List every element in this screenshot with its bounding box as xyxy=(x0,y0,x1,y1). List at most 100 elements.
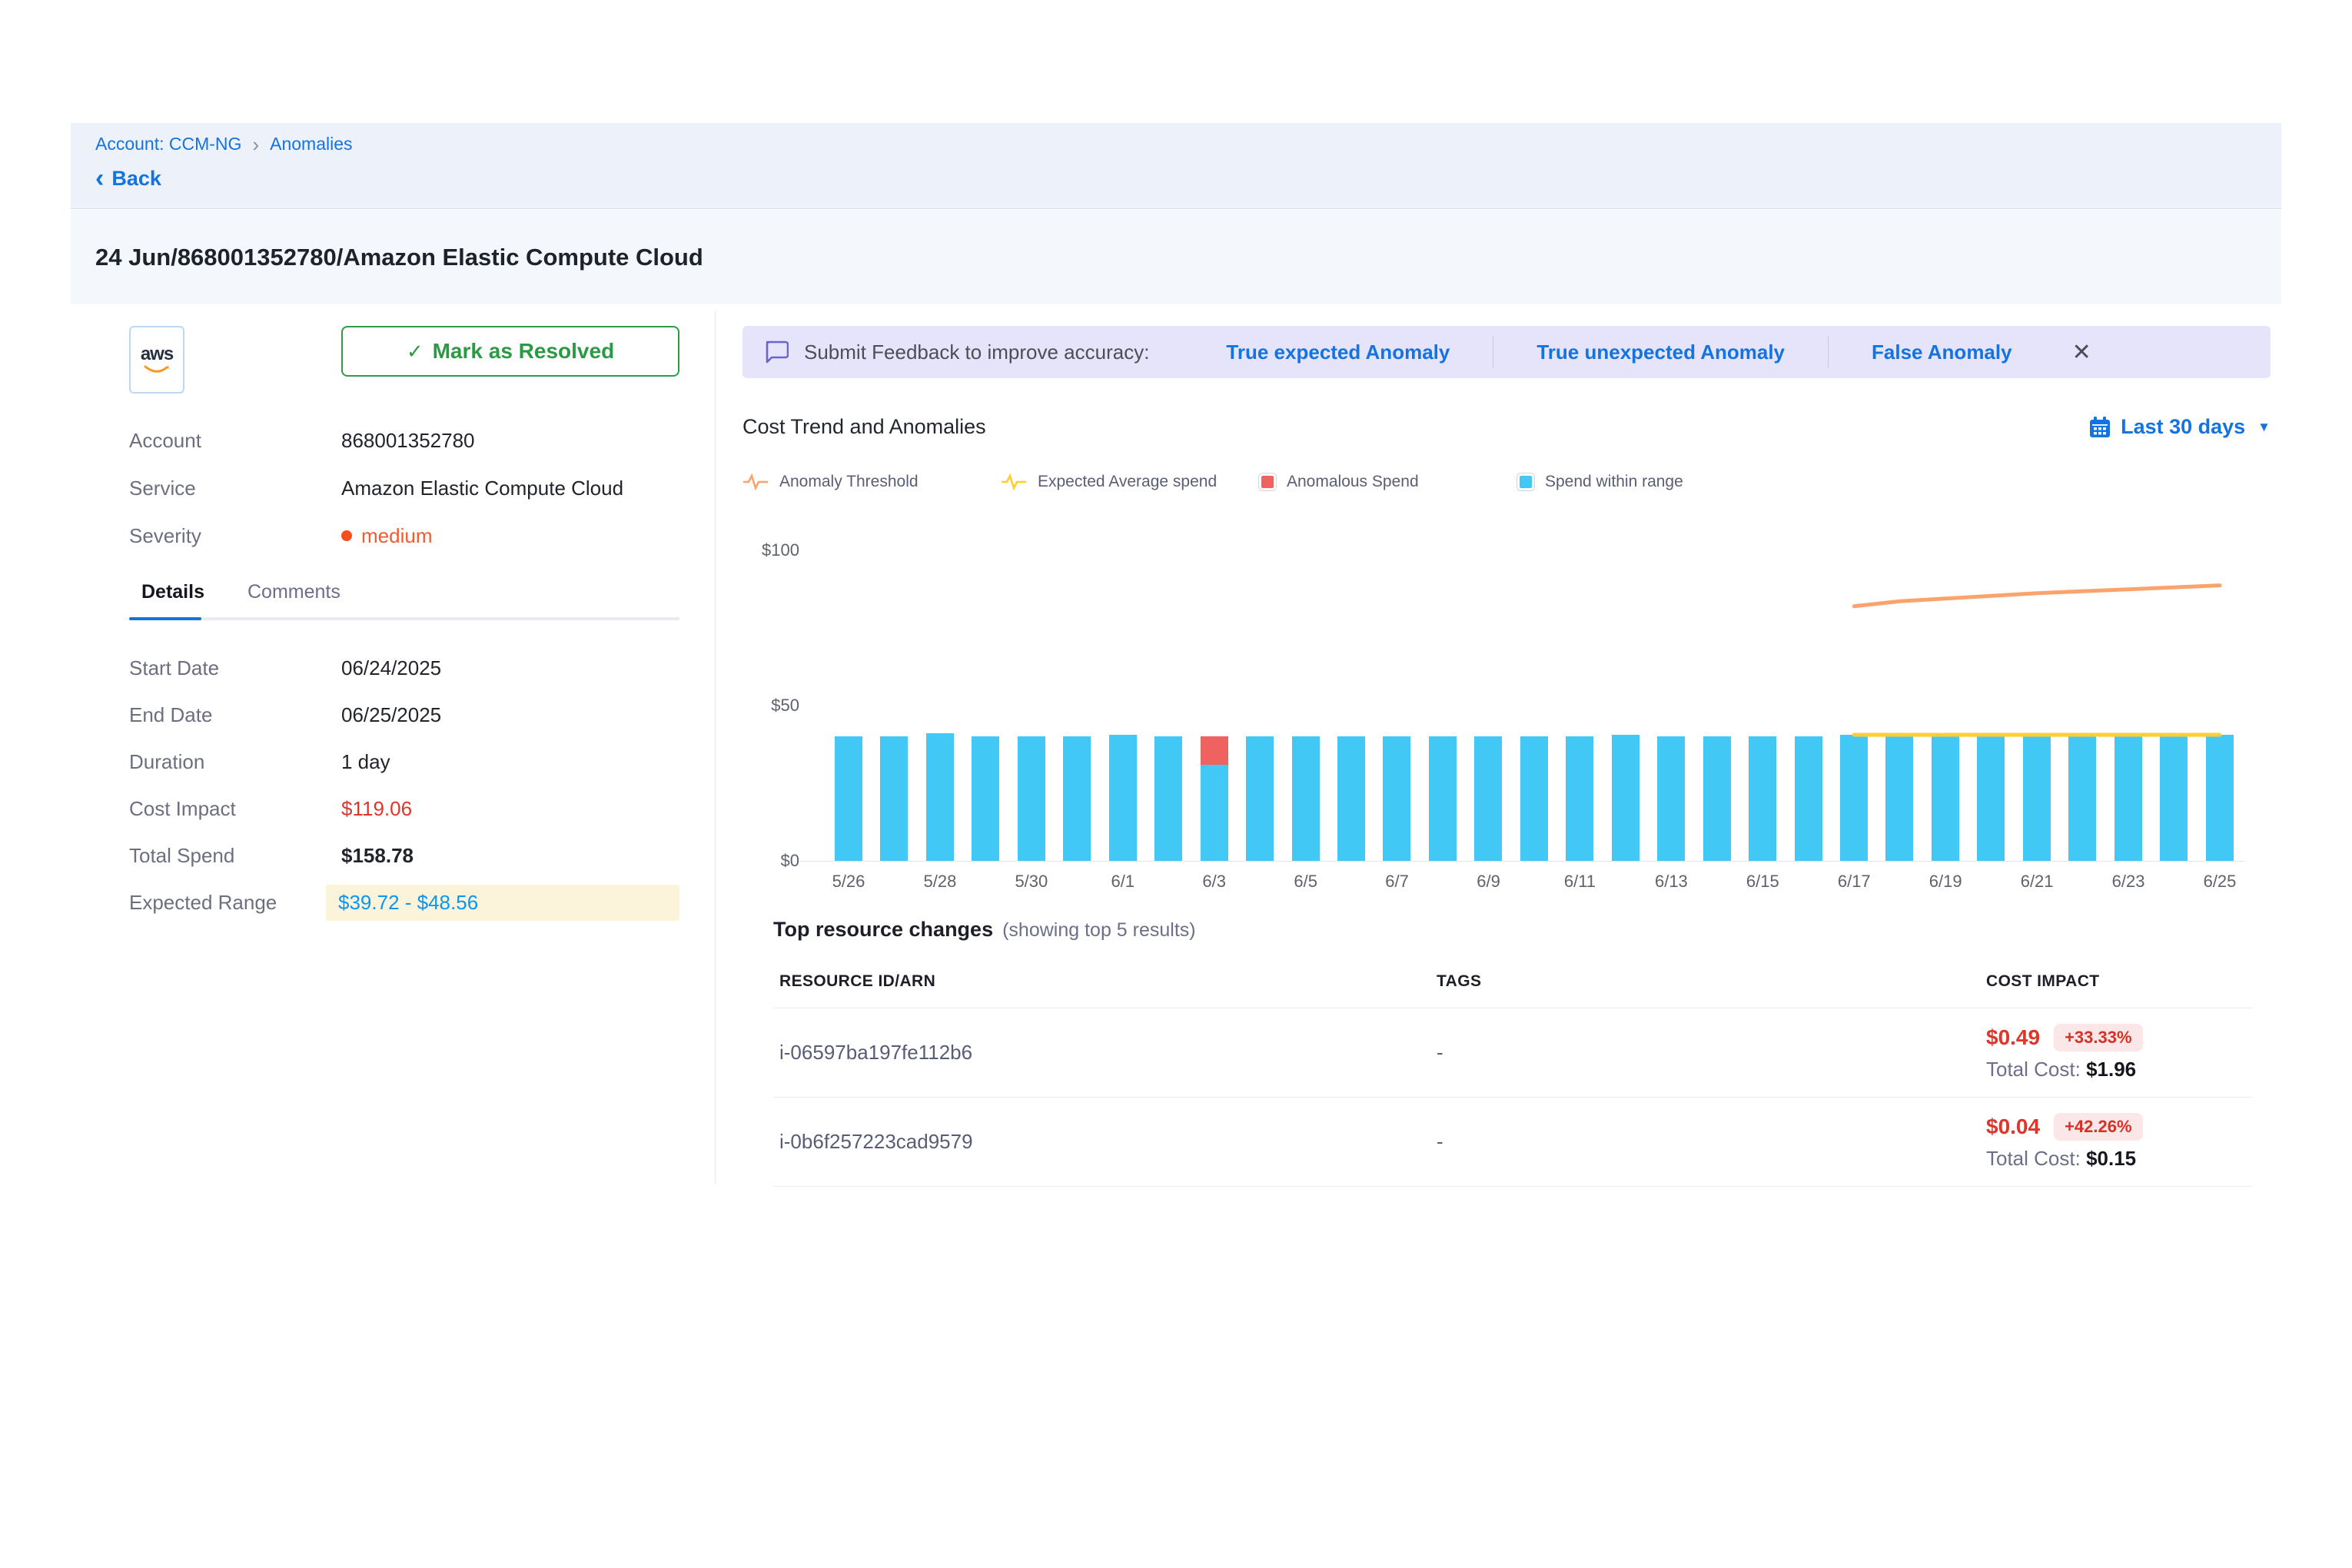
severity-value: medium xyxy=(361,524,432,548)
col-cost-impact: COST IMPACT xyxy=(1986,972,2246,991)
threshold-line-icon xyxy=(742,473,769,490)
aws-smile-icon xyxy=(144,365,170,376)
anomaly-threshold-line xyxy=(1854,586,2220,606)
table-row: i-06597ba197fe112b6 - $0.49 +33.33% Tota… xyxy=(773,1008,2252,1098)
ytick-0: $0 xyxy=(746,851,799,871)
caret-down-icon: ▼ xyxy=(2257,420,2271,435)
col-tags: TAGS xyxy=(1437,972,1986,991)
xtick-label: 5/28 xyxy=(924,872,957,892)
ytick-100: $100 xyxy=(746,540,799,560)
resource-tags: - xyxy=(1437,1041,1986,1065)
total-spend-row: Total Spend $158.78 xyxy=(129,832,679,879)
service-row: Service Amazon Elastic Compute Cloud xyxy=(129,464,679,512)
mark-as-resolved-button[interactable]: ✓ Mark as Resolved xyxy=(341,326,679,377)
feedback-prompt: Submit Feedback to improve accuracy: xyxy=(804,341,1149,364)
impact-amount: $0.49 xyxy=(1986,1025,2040,1050)
end-date-value: 06/25/2025 xyxy=(341,703,441,727)
service-label: Service xyxy=(129,477,341,500)
chart-legend: Anomaly Threshold Expected Average spend… xyxy=(742,473,2271,491)
start-date-value: 06/24/2025 xyxy=(341,656,441,680)
anomalous-swatch-icon xyxy=(1259,473,1276,490)
breadcrumb: Account: CCM-NG › Anomalies xyxy=(95,134,2281,154)
cost-impact-value: $119.06 xyxy=(341,797,412,821)
impact-amount: $0.04 xyxy=(1986,1115,2040,1139)
xtick-label: 6/5 xyxy=(1294,872,1317,892)
xtick-label: 6/1 xyxy=(1111,872,1135,892)
back-chevron-icon: ‹ xyxy=(95,168,104,189)
calendar-icon xyxy=(2088,416,2111,439)
cost-impact-row: Cost Impact $119.06 xyxy=(129,786,679,832)
resource-tags: - xyxy=(1437,1130,1986,1154)
feedback-false-anomaly-button[interactable]: False Anomaly xyxy=(1829,341,2055,364)
severity-badge: medium xyxy=(341,524,432,548)
xtick-label: 6/17 xyxy=(1838,872,1871,892)
total-cost-value: $1.96 xyxy=(2086,1058,2136,1081)
speech-bubble-icon xyxy=(764,341,789,364)
lines-layer xyxy=(835,550,2234,861)
detail-tabs: Details Comments xyxy=(129,581,679,603)
expected-range-row: Expected Range $39.72 - $48.56 xyxy=(129,879,679,926)
xtick-label: 5/30 xyxy=(1015,872,1048,892)
legend-spend-within-range: Spend within range xyxy=(1517,473,1776,491)
tab-underline xyxy=(129,617,679,620)
date-range-picker[interactable]: Last 30 days ▼ xyxy=(2088,415,2271,439)
average-line-icon xyxy=(1001,473,1027,490)
feedback-true-unexpected-button[interactable]: True unexpected Anomaly xyxy=(1493,341,1828,364)
legend-anomalous-spend: Anomalous Spend xyxy=(1259,473,1517,491)
severity-dot-icon xyxy=(341,530,352,541)
xtick-label: 6/15 xyxy=(1746,872,1779,892)
feedback-close-icon[interactable]: ✕ xyxy=(2072,339,2091,366)
within-range-swatch-icon xyxy=(1517,473,1534,490)
start-date-row: Start Date 06/24/2025 xyxy=(129,645,679,692)
back-button[interactable]: ‹ Back xyxy=(95,167,2281,191)
total-spend-value: $158.78 xyxy=(341,844,414,868)
tab-comments[interactable]: Comments xyxy=(247,581,341,603)
feedback-bar: Submit Feedback to improve accuracy: Tru… xyxy=(742,326,2271,378)
account-label: Account xyxy=(129,429,341,453)
legend-anomaly-threshold: Anomaly Threshold xyxy=(742,473,1001,491)
xtick-label: 6/23 xyxy=(2112,872,2145,892)
breadcrumb-anomalies-link[interactable]: Anomalies xyxy=(270,134,352,154)
duration-row: Duration 1 day xyxy=(129,739,679,786)
resource-cost-impact: $0.49 +33.33% Total Cost: $1.96 xyxy=(1986,1024,2246,1081)
expected-range-value: $39.72 - $48.56 xyxy=(326,885,679,921)
xtick-label: 6/3 xyxy=(1202,872,1226,892)
legend-expected-average: Expected Average spend xyxy=(1001,473,1259,491)
xtick-label: 6/19 xyxy=(1929,872,1962,892)
service-value: Amazon Elastic Compute Cloud xyxy=(341,477,623,500)
resources-table: RESOURCE ID/ARN TAGS COST IMPACT i-06597… xyxy=(773,962,2252,1187)
col-resource-id: RESOURCE ID/ARN xyxy=(779,972,1437,991)
tab-details[interactable]: Details xyxy=(141,581,204,603)
xtick-label: 6/11 xyxy=(1564,872,1596,892)
x-ticks: 5/26 5/28 5/30 6/1 6/3 6/5 6/7 6/9 6/11 6/13 6/15 6… xyxy=(835,872,2234,895)
severity-row: Severity medium xyxy=(129,512,679,560)
breadcrumb-separator-icon: › xyxy=(252,135,259,154)
page-title: 24 Jun/868001352780/Amazon Elastic Compu… xyxy=(95,244,703,271)
resource-id: i-06597ba197fe112b6 xyxy=(779,1041,1437,1065)
ytick-50: $50 xyxy=(746,696,799,716)
feedback-true-expected-button[interactable]: True expected Anomaly xyxy=(1183,341,1493,364)
resource-cost-impact: $0.04 +42.26% Total Cost: $0.15 xyxy=(1986,1113,2246,1171)
back-label: Back xyxy=(111,167,161,191)
x-axis-line xyxy=(799,861,2244,862)
table-row: i-0b6f257223cad9579 - $0.04 +42.26% Tota… xyxy=(773,1098,2252,1187)
xtick-label: 6/7 xyxy=(1385,872,1409,892)
title-band: 24 Jun/868001352780/Amazon Elastic Compu… xyxy=(71,210,2281,304)
top-resource-changes: Top resource changes (showing top 5 resu… xyxy=(773,918,2252,1187)
end-date-row: End Date 06/25/2025 xyxy=(129,692,679,739)
aws-logo: aws xyxy=(129,326,184,394)
xtick-label: 6/21 xyxy=(2021,872,2054,892)
total-cost-value: $0.15 xyxy=(2086,1147,2136,1170)
xtick-label: 6/25 xyxy=(2204,872,2237,892)
check-icon: ✓ xyxy=(407,340,424,364)
xtick-label: 6/9 xyxy=(1477,872,1500,892)
severity-label: Severity xyxy=(129,524,341,548)
resources-subtitle: (showing top 5 results) xyxy=(1002,919,1196,942)
top-header: Account: CCM-NG › Anomalies ‹ Back xyxy=(71,123,2281,209)
panel-divider xyxy=(715,311,716,1184)
xtick-label: 5/26 xyxy=(832,872,865,892)
xtick-label: 6/13 xyxy=(1655,872,1688,892)
breadcrumb-account-link[interactable]: Account: CCM-NG xyxy=(95,134,241,154)
resources-title: Top resource changes xyxy=(773,918,993,942)
chart-title: Cost Trend and Anomalies xyxy=(742,415,986,439)
